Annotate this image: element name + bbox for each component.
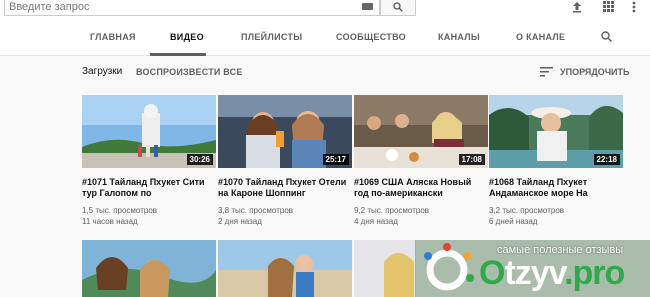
video-views: 3,2 тыс. просмотров: [489, 206, 565, 215]
tab-channels[interactable]: КАНАЛЫ: [438, 32, 480, 42]
video-views: 1,5 тыс. просмотров: [82, 206, 158, 215]
otzyv-logo-icon: [424, 243, 474, 291]
watermark-brand-o: O: [479, 254, 505, 292]
video-duration: 17:08: [458, 154, 485, 165]
video-title[interactable]: #1071 Тайланд Пхукет Сити тур Галопом по: [82, 177, 216, 199]
upload-icon[interactable]: [572, 1, 582, 13]
sort-label: УПОРЯДОЧИТЬ: [560, 67, 630, 77]
video-thumbnail[interactable]: 22:18: [489, 95, 623, 168]
video-card[interactable]: [218, 240, 352, 297]
video-thumbnail[interactable]: 25:17: [218, 95, 352, 168]
video-age: 2 дня назад: [218, 217, 262, 226]
watermark-brand-tld: .pro: [564, 254, 625, 292]
video-thumbnail[interactable]: 30:26: [82, 95, 216, 168]
video-duration: 30:26: [186, 154, 213, 165]
video-title[interactable]: #1070 Тайланд Пхукет Отели на Кароне Шоп…: [218, 177, 352, 199]
tab-videos[interactable]: ВИДЕО: [170, 32, 204, 42]
sort-icon: [540, 67, 553, 77]
tab-about[interactable]: О КАНАЛЕ: [516, 32, 565, 42]
video-duration: 25:17: [322, 154, 349, 165]
search-icon: [393, 2, 403, 12]
video-card[interactable]: 17:08 #1069 США Аляска Новый год по-амер…: [354, 95, 488, 227]
video-thumbnail[interactable]: [82, 240, 216, 297]
tab-community[interactable]: СООБЩЕСТВО: [336, 32, 406, 42]
video-card[interactable]: 30:26 #1071 Тайланд Пхукет Сити тур Гало…: [82, 95, 216, 227]
video-card[interactable]: [354, 240, 416, 297]
video-title[interactable]: #1068 Тайланд Пхукет Андаманское море На: [489, 177, 623, 199]
keyboard-icon[interactable]: [362, 3, 373, 10]
video-title[interactable]: #1069 США Аляска Новый год по-американск…: [354, 177, 488, 199]
video-age: 6 дней назад: [489, 217, 538, 226]
search-input[interactable]: Введите запрос: [9, 1, 89, 13]
watermark: самые полезные отзывы Otzyv.pro: [415, 240, 650, 297]
channel-tabs: ГЛАВНАЯ ВИДЕО ПЛЕЙЛИСТЫ СООБЩЕСТВО КАНАЛ…: [0, 16, 650, 56]
video-card[interactable]: 25:17 #1070 Тайланд Пхукет Отели на Каро…: [218, 95, 352, 227]
video-age: 4 дня назад: [354, 217, 398, 226]
tab-playlists[interactable]: ПЛЕЙЛИСТЫ: [241, 32, 302, 42]
channel-search-icon[interactable]: [601, 31, 612, 42]
video-views: 3,8 тыс. просмотров: [218, 206, 294, 215]
video-thumbnail[interactable]: 17:08: [354, 95, 488, 168]
watermark-brand: Otzyv.pro: [479, 254, 625, 293]
video-thumbnail[interactable]: [354, 240, 416, 297]
video-views: 9,2 тыс. просмотров: [354, 206, 430, 215]
tab-home[interactable]: ГЛАВНАЯ: [90, 32, 136, 42]
video-age: 11 часов назад: [82, 217, 138, 226]
video-duration: 22:18: [593, 154, 620, 165]
search-box[interactable]: Введите запрос: [4, 0, 380, 16]
more-icon[interactable]: [632, 1, 636, 13]
video-thumbnail[interactable]: [218, 240, 352, 297]
masthead: Введите запрос: [0, 0, 650, 16]
active-tab-indicator: [150, 53, 206, 56]
section-title: Загрузки: [82, 66, 123, 77]
apps-grid-icon[interactable]: [603, 1, 614, 12]
watermark-brand-main: tzyv: [504, 254, 565, 292]
video-card[interactable]: 22:18 #1068 Тайланд Пхукет Андаманское м…: [489, 95, 623, 227]
search-button[interactable]: [380, 0, 416, 16]
video-card[interactable]: [82, 240, 216, 297]
play-all-link[interactable]: ВОСПРОИЗВЕСТИ ВСЕ: [136, 67, 243, 77]
